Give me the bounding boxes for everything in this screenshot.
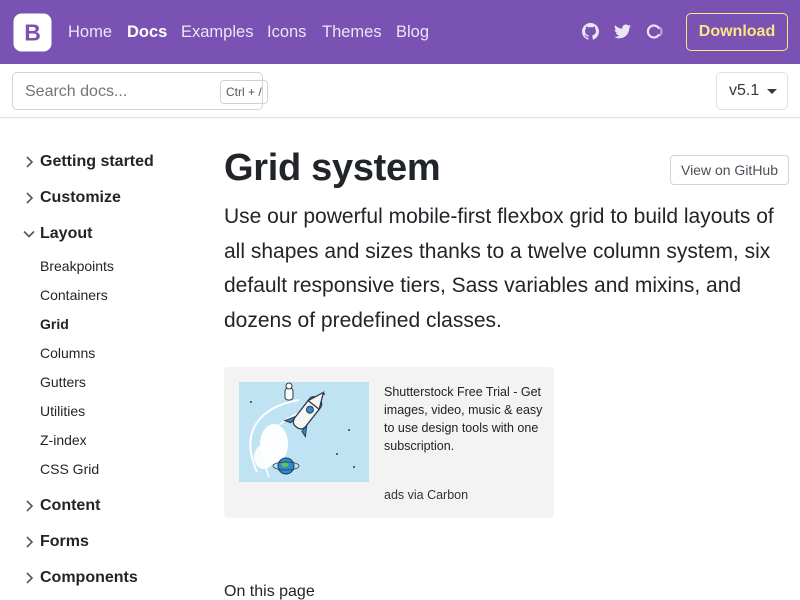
docs-subbar: Ctrl + / v5.1 (0, 64, 800, 118)
lead-paragraph: Use our powerful mobile-first flexbox gr… (224, 205, 774, 332)
sidebar-item-utilities[interactable]: Utilities (40, 402, 85, 420)
sidebar-group-forms[interactable]: Forms (0, 531, 200, 555)
ad-image[interactable] (239, 382, 369, 482)
carbon-ad: Shutterstock Free Trial - Get images, vi… (224, 367, 554, 518)
page-title: Grid system (224, 147, 441, 189)
view-on-github-button[interactable]: View on GitHub (670, 155, 789, 185)
sidebar-group-label: Customize (40, 189, 121, 206)
opencollective-icon[interactable] (644, 21, 664, 41)
nav-examples[interactable]: Examples (181, 22, 253, 42)
sidebar-group-layout[interactable]: Layout (0, 223, 200, 247)
bootstrap-logo[interactable]: B (13, 13, 52, 52)
nav-blog[interactable]: Blog (396, 22, 429, 42)
sidebar-group-label: Getting started (40, 153, 154, 170)
chevron-right-icon (21, 534, 37, 550)
sidebar-item-z-index[interactable]: Z-index (40, 431, 87, 449)
twitter-icon[interactable] (612, 21, 632, 41)
nav-home[interactable]: Home (68, 22, 112, 42)
sidebar-item-breakpoints[interactable]: Breakpoints (40, 257, 114, 275)
chevron-right-icon (21, 570, 37, 586)
sidebar-item-gutters[interactable]: Gutters (40, 373, 86, 391)
search-input[interactable] (25, 82, 205, 102)
search-shortcut-hint: Ctrl + / (220, 80, 268, 104)
github-icon[interactable] (580, 21, 600, 41)
chevron-right-icon (21, 154, 37, 170)
search-box[interactable]: Ctrl + / (12, 72, 268, 110)
sidebar-group-label: Forms (40, 533, 89, 550)
sidebar-item-grid[interactable]: Grid (40, 315, 69, 333)
sidebar-group-content[interactable]: Content (0, 495, 200, 519)
sidebar-group-label: Content (40, 497, 101, 514)
sidebar-group-customize[interactable]: Customize (0, 187, 200, 211)
sidebar-group-components[interactable]: Components (0, 567, 200, 591)
sidebar-group-getting-started[interactable]: Getting started (0, 151, 200, 175)
bootstrap-logo-icon: B (13, 13, 52, 52)
ad-text[interactable]: Shutterstock Free Trial - Get images, vi… (384, 383, 544, 455)
nav-icons[interactable]: Icons (267, 22, 306, 42)
sidebar-item-columns[interactable]: Columns (40, 344, 95, 362)
top-navbar: B Home Docs Examples Icons Themes Blog D… (0, 0, 800, 64)
caret-down-icon (767, 89, 777, 94)
download-button[interactable]: Download (686, 13, 788, 51)
sidebar-item-containers[interactable]: Containers (40, 286, 108, 304)
version-dropdown[interactable]: v5.1 (716, 72, 788, 110)
rocket-illustration-icon (239, 382, 369, 482)
chevron-down-icon (21, 226, 37, 242)
chevron-right-icon (21, 498, 37, 514)
chevron-right-icon (21, 190, 37, 206)
version-label: v5.1 (729, 82, 760, 99)
ad-powered-by[interactable]: ads via Carbon (384, 487, 468, 503)
nav-docs[interactable]: Docs (127, 22, 167, 42)
sidebar-group-label: Layout (40, 225, 93, 242)
sidebar-group-label: Components (40, 569, 138, 586)
nav-themes[interactable]: Themes (322, 22, 382, 42)
sidebar-item-css-grid[interactable]: CSS Grid (40, 460, 99, 478)
on-this-page-heading: On this page (224, 583, 315, 600)
brand-letter: B (24, 20, 41, 46)
